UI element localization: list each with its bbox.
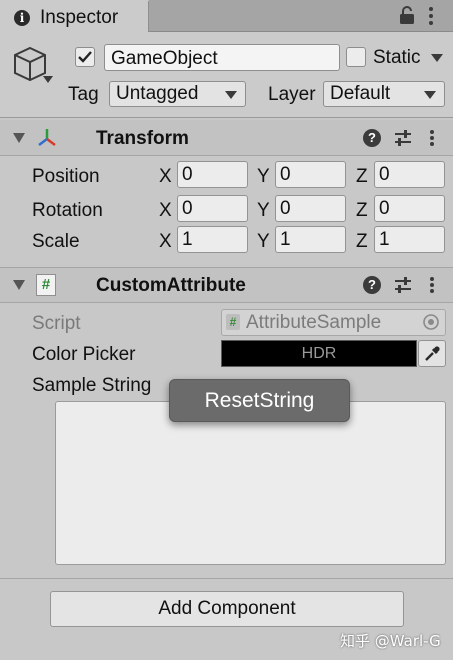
lock-icon[interactable] (398, 5, 416, 25)
static-label[interactable]: Static (373, 47, 421, 69)
sample-string-textarea[interactable] (55, 401, 446, 565)
position-z-field[interactable]: 0 (374, 161, 445, 188)
layer-value: Default (330, 83, 391, 104)
object-picker-icon[interactable] (422, 313, 440, 331)
axis-y-label[interactable]: Y (257, 166, 270, 188)
chevron-down-icon[interactable] (42, 74, 54, 84)
chevron-down-icon (225, 91, 237, 99)
foldout-arrow-icon[interactable] (13, 280, 25, 290)
help-icon[interactable]: ? (363, 276, 381, 294)
kebab-menu-icon[interactable] (429, 276, 435, 294)
add-component-button[interactable]: Add Component (50, 591, 404, 627)
sample-string-label: Sample String (32, 375, 152, 396)
scale-z-field[interactable]: 1 (374, 226, 445, 253)
watermark: 知乎 @Warl-G (340, 632, 441, 650)
axis-y-label[interactable]: Y (257, 231, 270, 253)
rotation-y-field[interactable]: 0 (275, 195, 346, 222)
tag-label: Tag (68, 84, 99, 105)
kebab-menu-icon[interactable] (429, 129, 435, 147)
layer-label: Layer (268, 84, 316, 105)
position-y-field[interactable]: 0 (275, 161, 346, 188)
position-x-field[interactable]: 0 (177, 161, 248, 188)
gameobject-name-field[interactable]: GameObject (104, 44, 340, 71)
rotation-x-field[interactable]: 0 (177, 195, 248, 222)
transform-header[interactable] (0, 120, 453, 156)
scale-label: Scale (32, 231, 80, 252)
tag-value: Untagged (116, 83, 199, 104)
axis-z-label[interactable]: Z (356, 200, 368, 222)
script-hash-icon: # (226, 314, 240, 330)
script-field[interactable]: AttributeSample (221, 309, 446, 336)
color-swatch[interactable]: HDR (221, 340, 417, 367)
script-label: Script (32, 313, 81, 334)
tag-dropdown[interactable]: Untagged (109, 81, 246, 107)
tab-label: Inspector (40, 7, 119, 28)
rotation-z-field[interactable]: 0 (374, 195, 445, 222)
eyedropper-button[interactable] (418, 340, 446, 367)
customattribute-title: CustomAttribute (96, 275, 246, 296)
axis-z-label[interactable]: Z (356, 231, 368, 253)
transform-title: Transform (96, 128, 189, 149)
chevron-down-icon[interactable] (431, 54, 443, 62)
axis-x-label[interactable]: X (159, 231, 172, 253)
info-icon: i (14, 10, 30, 26)
color-picker-label: Color Picker (32, 344, 136, 365)
axis-y-label[interactable]: Y (257, 200, 270, 222)
layer-dropdown[interactable]: Default (323, 81, 445, 107)
active-checkbox[interactable] (75, 47, 95, 67)
presets-icon[interactable] (393, 129, 413, 147)
axis-z-label[interactable]: Z (356, 166, 368, 188)
chevron-down-icon (424, 91, 436, 99)
scale-y-field[interactable]: 1 (275, 226, 346, 253)
rotation-label: Rotation (32, 200, 103, 221)
checkmark-icon (78, 51, 92, 63)
static-checkbox[interactable] (346, 47, 366, 67)
scale-x-field[interactable]: 1 (177, 226, 248, 253)
position-label: Position (32, 166, 100, 187)
foldout-arrow-icon[interactable] (13, 133, 25, 143)
presets-icon[interactable] (393, 276, 413, 294)
context-menu-reset-string[interactable]: ResetString (169, 379, 350, 422)
script-hash-icon: # (36, 274, 56, 296)
tab-inspector[interactable]: i Inspector (0, 0, 149, 33)
help-icon[interactable]: ? (363, 129, 381, 147)
axis-x-label[interactable]: X (159, 166, 172, 188)
kebab-menu-icon[interactable] (428, 6, 434, 26)
axis-x-label[interactable]: X (159, 200, 172, 222)
eyedropper-icon (425, 346, 440, 361)
transform-axes-icon (38, 129, 56, 146)
